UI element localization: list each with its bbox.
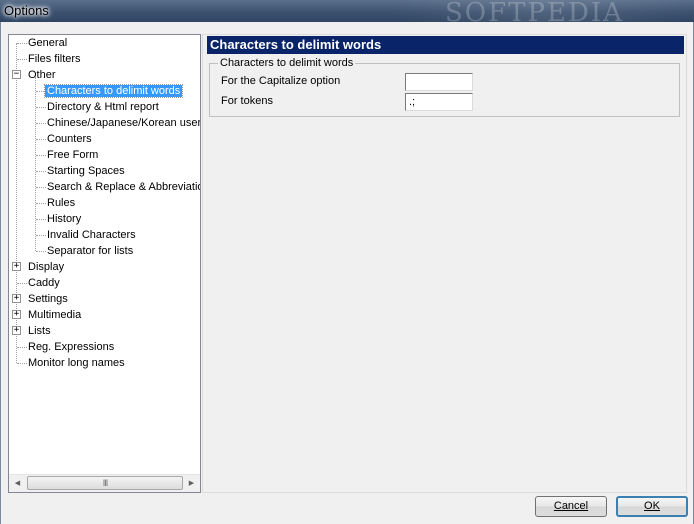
tree-item-label: Other — [28, 69, 56, 81]
tree-item-monitor-long-names[interactable]: Monitor long names — [26, 355, 127, 371]
tree-item-reg-expressions[interactable]: Reg. Expressions — [26, 339, 116, 355]
capitalize-option-label: For the Capitalize option — [221, 75, 341, 87]
tree-item-multimedia[interactable]: Multimedia — [26, 307, 83, 323]
tree-item-label: Files filters — [28, 53, 81, 65]
tree-item-cjk-users[interactable]: Chinese/Japanese/Korean users — [45, 115, 201, 131]
tree-item-starting-spaces[interactable]: Starting Spaces — [45, 163, 127, 179]
options-tree-panel: General Files filters − Other Characters… — [8, 34, 201, 493]
group-title: Characters to delimit words — [218, 57, 356, 69]
tree-item-separator-for-lists[interactable]: Separator for lists — [45, 243, 135, 259]
ok-button[interactable]: OK — [616, 496, 688, 517]
tree-item-label: Reg. Expressions — [28, 341, 115, 353]
tree-item-rules[interactable]: Rules — [45, 195, 77, 211]
section-header: Characters to delimit words — [207, 36, 684, 54]
tree-item-invalid-characters[interactable]: Invalid Characters — [45, 227, 138, 243]
tree-item-label: Invalid Characters — [47, 229, 136, 241]
tokens-label: For tokens — [221, 95, 273, 107]
scroll-thumb[interactable]: III — [27, 476, 183, 490]
tree-item-other[interactable]: Other — [26, 67, 58, 83]
cancel-button[interactable]: Cancel — [535, 496, 607, 517]
tree-item-settings[interactable]: Settings — [26, 291, 70, 307]
tree-item-display[interactable]: Display — [26, 259, 66, 275]
tree-item-lists[interactable]: Lists — [26, 323, 53, 339]
tree-item-label: Multimedia — [28, 309, 82, 321]
tree-item-label: Chinese/Japanese/Korean users — [47, 117, 201, 129]
tokens-input[interactable] — [405, 93, 473, 111]
expand-icon[interactable]: + — [12, 294, 21, 303]
tree-item-label: Separator for lists — [47, 245, 134, 257]
tree-item-search-replace[interactable]: Search & Replace & Abbreviations — [45, 179, 201, 195]
tree-item-label: Display — [28, 261, 65, 273]
tree-item-label: Lists — [28, 325, 51, 337]
tree-item-free-form[interactable]: Free Form — [45, 147, 100, 163]
tree-item-label: Rules — [47, 197, 76, 209]
scroll-left-icon[interactable]: ◀ — [9, 475, 26, 492]
tree-item-label: General — [28, 37, 68, 49]
tree-item-label: Characters to delimit words — [43, 84, 184, 98]
tree-item-label: Settings — [28, 293, 68, 305]
tree-item-directory-html-report[interactable]: Directory & Html report — [45, 99, 161, 115]
tree-item-label: Search & Replace & Abbreviations — [47, 181, 201, 193]
window-title: Options — [4, 3, 49, 18]
options-window: SOFTPEDIA Options General Files filters … — [0, 0, 694, 524]
tree-item-label: History — [47, 213, 82, 225]
title-bar[interactable]: SOFTPEDIA Options — [0, 0, 694, 28]
tree-item-label: Monitor long names — [28, 357, 125, 369]
tree-item-files-filters[interactable]: Files filters — [26, 51, 83, 67]
tree-item-characters-to-delimit-words[interactable]: Characters to delimit words — [43, 83, 184, 99]
settings-panel: Characters to delimit words Characters t… — [202, 34, 687, 493]
tree-item-label: Free Form — [47, 149, 99, 161]
collapse-icon[interactable]: − — [12, 70, 21, 79]
options-tree: General Files filters − Other Characters… — [9, 35, 200, 476]
tree-item-label: Caddy — [28, 277, 60, 289]
scroll-right-icon[interactable]: ▶ — [183, 475, 200, 492]
client-area: General Files filters − Other Characters… — [0, 22, 694, 524]
tree-item-general[interactable]: General — [26, 35, 69, 51]
section-title: Characters to delimit words — [210, 37, 382, 52]
delimit-words-group: Characters to delimit words For the Capi… — [209, 57, 680, 117]
tree-horizontal-scrollbar[interactable]: ◀ III ▶ — [9, 474, 200, 492]
expand-icon[interactable]: + — [12, 262, 21, 271]
tree-item-label: Counters — [47, 133, 92, 145]
capitalize-option-input[interactable] — [405, 73, 473, 91]
tree-item-label: Directory & Html report — [47, 101, 159, 113]
expand-icon[interactable]: + — [12, 326, 21, 335]
tree-item-caddy[interactable]: Caddy — [26, 275, 62, 291]
expand-icon[interactable]: + — [12, 310, 21, 319]
tree-item-counters[interactable]: Counters — [45, 131, 94, 147]
tree-item-history[interactable]: History — [45, 211, 83, 227]
tree-item-label: Starting Spaces — [47, 165, 125, 177]
tree-other-branch-line — [35, 77, 36, 251]
